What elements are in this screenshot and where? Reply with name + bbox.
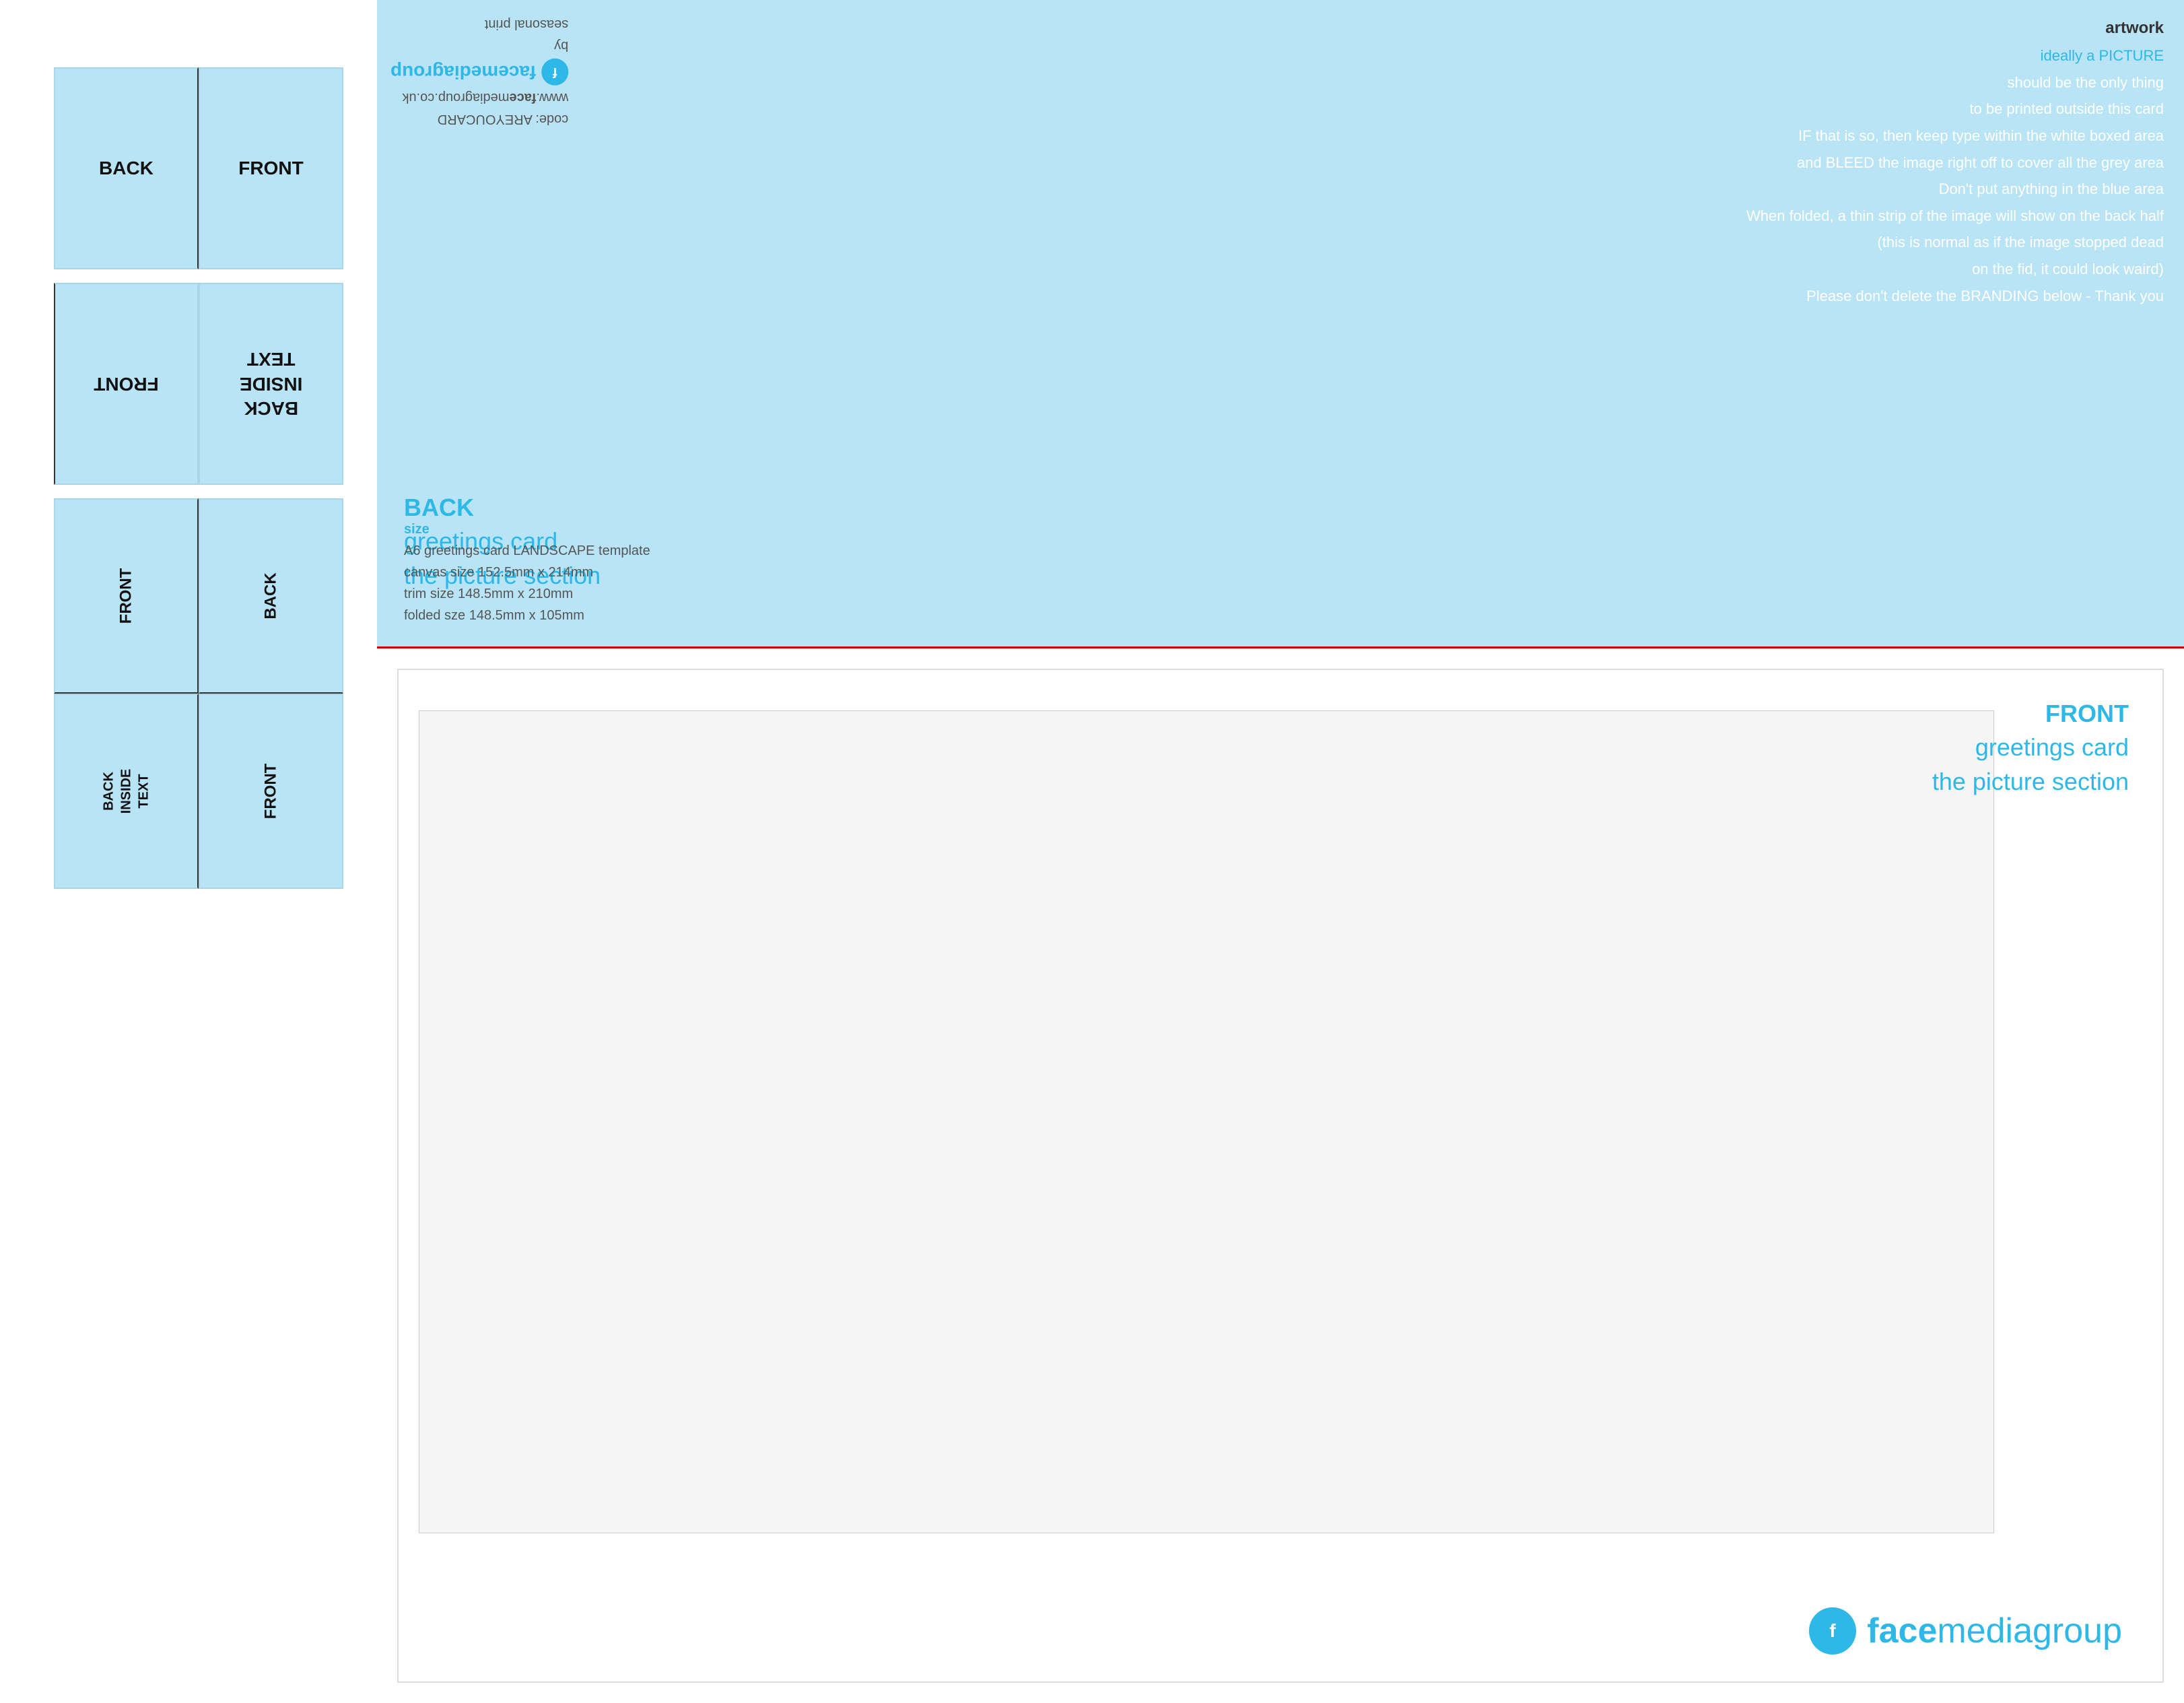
svg-text:f: f xyxy=(1830,1620,1837,1641)
logo-icon: f xyxy=(1809,1607,1856,1655)
upside-logo-icon: f xyxy=(541,58,568,85)
artwork-title: artwork xyxy=(1746,13,2164,42)
logo-text: facemediagroup xyxy=(1867,1611,2122,1651)
upside-down-block: code: AREYOUCARD www.facemediagroup.co.u… xyxy=(390,13,568,130)
portrait-back-inside-label: BACKINSIDETEXT xyxy=(100,769,153,814)
back-inside-label: BACKINSIDETEXT xyxy=(240,347,302,420)
upside-line1: code: AREYOUCARD xyxy=(390,108,568,130)
front-card-section: FRONT greetings card the picture section… xyxy=(377,646,2184,1703)
artwork-line10: Please don't delete the BRANDING below -… xyxy=(1746,283,2164,310)
portrait-left-pair: FRONT BACKINSIDETEXT xyxy=(54,498,199,889)
artwork-line2: should be the only thing xyxy=(1746,69,2164,96)
size-line1: A6 greetings card LANDSCAPE template xyxy=(404,540,650,562)
logo-media: mediagroup xyxy=(1937,1611,2122,1650)
artwork-line8: (this is normal as if the image stopped … xyxy=(1746,229,2164,256)
size-line2: canvas size 152.5mm x 214mm xyxy=(404,562,650,583)
safe-zone-box xyxy=(419,710,1994,1533)
front-flip-cell: FRONT xyxy=(54,283,199,485)
front-section-picture: the picture section xyxy=(1932,765,2129,799)
size-line4: folded sze 148.5mm x 105mm xyxy=(404,605,650,626)
artwork-line9: on the fid, it could look waird) xyxy=(1746,256,2164,283)
artwork-line6: Don't put anything in the blue area xyxy=(1746,176,2164,203)
front-flip-label: FRONT xyxy=(94,373,158,395)
size-info-block: size A6 greetings card LANDSCAPE templat… xyxy=(404,522,650,626)
upside-line5: seasonal print xyxy=(390,13,568,35)
front-card-inner: FRONT greetings card the picture section… xyxy=(397,669,2164,1683)
portrait-back-inside-cell: BACKINSIDETEXT xyxy=(54,694,199,889)
portrait-front-label-2: FRONT xyxy=(262,764,281,820)
size-label: size xyxy=(404,522,650,537)
back-inside-cell: BACKINSIDETEXT xyxy=(199,283,343,485)
front-cell: FRONT xyxy=(199,67,343,269)
portrait-back-label: BACK xyxy=(261,572,280,619)
artwork-line7: When folded, a thin strip of the image w… xyxy=(1746,203,2164,230)
upside-line4: by xyxy=(390,35,568,57)
logo-block: f facemediagroup xyxy=(1809,1607,2122,1655)
front-label-block: FRONT greetings card the picture section xyxy=(1932,697,2129,799)
diagram-row-2: FRONT BACKINSIDETEXT xyxy=(54,283,343,485)
portrait-right-pair: BACK FRONT xyxy=(199,498,343,889)
front-section-greeting: greetings card xyxy=(1932,731,2129,764)
info-section: code: AREYOUCARD www.facemediagroup.co.u… xyxy=(377,0,2184,646)
left-panel: BACK FRONT FRONT BACKINSIDETEXT FRONT BA… xyxy=(54,67,343,889)
artwork-line5: and BLEED the image right off to cover a… xyxy=(1746,149,2164,176)
artwork-line1: ideally a PICTURE xyxy=(1746,42,2164,69)
artwork-block: artwork ideally a PICTURE should be the … xyxy=(1746,13,2164,309)
upside-logo-row: f facemediagroup xyxy=(390,57,568,87)
artwork-line4: IF that is so, then keep type within the… xyxy=(1746,123,2164,149)
back-label: BACK xyxy=(99,158,153,179)
back-cell: BACK xyxy=(54,67,199,269)
portrait-front-cell-2: FRONT xyxy=(199,694,343,889)
artwork-line3: to be printed outside this card xyxy=(1746,96,2164,123)
right-panel: code: AREYOUCARD www.facemediagroup.co.u… xyxy=(377,0,2184,1703)
portrait-section: FRONT BACKINSIDETEXT BACK FRONT xyxy=(54,498,343,889)
size-line3: trim size 148.5mm x 210mm xyxy=(404,583,650,605)
back-section-label: BACK xyxy=(404,491,601,525)
portrait-front-label: FRONT xyxy=(117,568,136,624)
portrait-back-cell: BACK xyxy=(199,498,343,694)
upside-logo-text: facemediagroup xyxy=(390,57,536,87)
diagram-row-1: BACK FRONT xyxy=(54,67,343,269)
front-section-label: FRONT xyxy=(1932,697,2129,731)
portrait-front-cell: FRONT xyxy=(54,498,199,694)
upside-line2: www.facemediagroup.co.uk xyxy=(390,87,568,108)
front-label: FRONT xyxy=(238,158,303,179)
logo-face: face xyxy=(1867,1611,1937,1650)
